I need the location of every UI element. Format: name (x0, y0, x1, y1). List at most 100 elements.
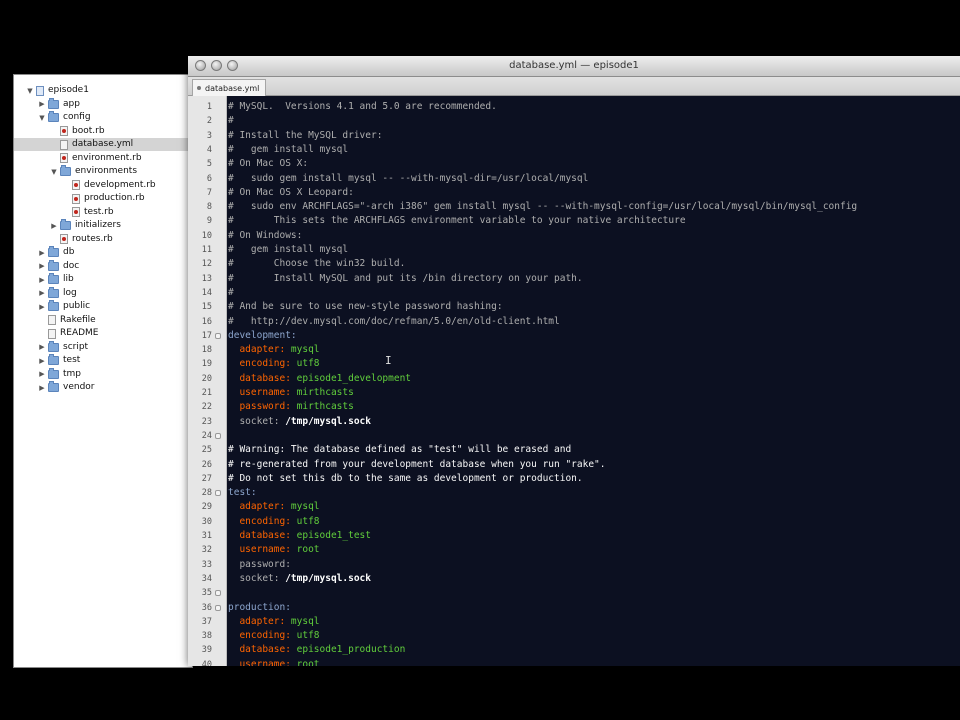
disclosure-closed-icon[interactable]: ▶ (38, 370, 46, 378)
tree-item[interactable]: ▶ test (14, 354, 192, 367)
tree-item[interactable]: README (14, 327, 192, 340)
folder-icon (48, 259, 59, 271)
tab-close-icon[interactable] (197, 86, 201, 90)
code-token: # On Windows: (228, 229, 303, 241)
tree-item[interactable]: Rakefile (14, 314, 192, 327)
code-token: mysql (290, 501, 320, 513)
tab-label: database.yml (205, 83, 260, 93)
code-token: # Warning: The database defined as "test… (228, 444, 572, 456)
fold-marker-icon[interactable] (215, 332, 221, 339)
folder-icon (48, 286, 59, 298)
code-token: # gem install mysql (228, 143, 349, 155)
folder-icon (48, 381, 59, 392)
tree-item-label: log (63, 287, 77, 298)
disclosure-closed-icon[interactable]: ▶ (38, 303, 46, 311)
code-line: password: (228, 558, 290, 572)
tree-item-label: doc (63, 260, 80, 271)
line-number: 9 (206, 216, 212, 227)
code-token: # sudo env ARCHFLAGS="-arch i386" gem in… (228, 201, 858, 213)
tab-bar: database.yml (188, 77, 960, 96)
line-number: 29 (201, 502, 212, 513)
disclosure-closed-icon[interactable]: ▶ (50, 222, 58, 230)
code-token: username: (228, 658, 297, 666)
code-editor[interactable]: # MySQL. Versions 4.1 and 5.0 are recomm… (228, 96, 960, 666)
line-number: 38 (201, 631, 212, 642)
code-line: socket: /tmp/mysql.sock (228, 572, 371, 586)
folder-icon (48, 367, 59, 379)
code-line: adapter: mysql (228, 615, 319, 629)
tree-item-label: production.rb (84, 193, 145, 203)
code-line: # On Mac OS X: (228, 157, 308, 171)
tree-item[interactable]: production.rb (14, 192, 192, 205)
disclosure-closed-icon[interactable]: ▶ (38, 249, 46, 257)
disclosure-closed-icon[interactable]: ▶ (38, 100, 46, 108)
title-bar[interactable]: database.yml — episode1 (188, 56, 960, 77)
fold-marker-icon[interactable] (215, 590, 221, 597)
line-number: 4 (206, 144, 212, 155)
tree-item[interactable]: ▼ config (14, 111, 192, 124)
tree-item[interactable]: ▶ tmp (14, 367, 192, 381)
tree-item[interactable]: ▶ app (14, 97, 192, 111)
tree-item[interactable]: ▶ public (14, 300, 192, 313)
tree-item[interactable]: environment.rb (14, 152, 192, 165)
code-token: database: (228, 644, 297, 656)
fold-marker-icon[interactable] (215, 432, 221, 439)
code-token: adapter: (228, 344, 291, 356)
tab-database-yml[interactable]: database.yml (192, 79, 267, 96)
tree-item[interactable]: development.rb (14, 179, 192, 192)
tree-item[interactable]: ▶ doc (14, 259, 192, 273)
disclosure-closed-icon[interactable]: ▶ (38, 384, 46, 392)
fold-marker-icon[interactable] (215, 604, 221, 611)
text-cursor-icon: I (385, 354, 392, 367)
tree-item[interactable]: ▶ vendor (14, 381, 192, 394)
line-number: 7 (206, 187, 212, 198)
tree-item-label: boot.rb (72, 125, 105, 136)
line-number: 2 (206, 116, 212, 127)
code-token: # sudo gem install mysql -- --with-mysql… (228, 172, 589, 184)
code-token: mysql (290, 344, 320, 356)
disclosure-open-icon[interactable]: ▼ (38, 114, 46, 122)
tree-item[interactable]: ▼ environments (14, 165, 192, 178)
code-line: # This sets the ARCHFLAGS environment va… (228, 214, 686, 228)
code-line: adapter: mysql (228, 500, 320, 514)
tree-item[interactable]: ▶ initializers (14, 219, 192, 232)
tree-item[interactable]: ▼ episode1 (14, 84, 192, 97)
code-line: adapter: mysql (228, 343, 320, 357)
disclosure-closed-icon[interactable]: ▶ (38, 343, 46, 351)
disclosure-closed-icon[interactable]: ▶ (38, 262, 46, 270)
ruby-file-icon (60, 153, 68, 163)
folder-icon (48, 340, 59, 352)
tree-item[interactable]: ▶ db (14, 246, 192, 259)
code-token: # (228, 286, 234, 298)
code-token: /tmp/mysql.sock (285, 572, 371, 584)
code-line: production: (228, 601, 291, 615)
editor-window: database.yml — episode1 database.yml 123… (188, 56, 960, 666)
tree-item[interactable]: ▶ lib (14, 273, 192, 286)
disclosure-open-icon[interactable]: ▼ (26, 87, 34, 95)
code-line: socket: /tmp/mysql.sock (228, 415, 371, 429)
line-number: 17 (201, 330, 212, 341)
line-number: 10 (201, 230, 212, 241)
line-number: 37 (201, 616, 212, 627)
tree-item[interactable]: ▶ script (14, 340, 192, 354)
tree-item[interactable]: database.yml (14, 138, 192, 151)
disclosure-closed-icon[interactable]: ▶ (38, 289, 46, 297)
code-line: username: root (228, 543, 319, 557)
fold-marker-icon[interactable] (215, 490, 221, 497)
disclosure-closed-icon[interactable]: ▶ (38, 357, 46, 365)
disclosure-closed-icon[interactable]: ▶ (38, 276, 46, 284)
line-number: 15 (201, 302, 212, 313)
code-line: # Install the MySQL driver: (228, 129, 382, 143)
tree-item[interactable]: test.rb (14, 206, 192, 219)
tree-item[interactable]: routes.rb (14, 233, 192, 246)
disclosure-open-icon[interactable]: ▼ (50, 168, 58, 176)
tree-item[interactable]: boot.rb (14, 125, 192, 138)
tree-item-label: tmp (63, 368, 82, 379)
code-line: database: episode1_test (228, 529, 371, 543)
tree-item[interactable]: ▶ log (14, 286, 192, 300)
ruby-file-icon (60, 234, 68, 244)
